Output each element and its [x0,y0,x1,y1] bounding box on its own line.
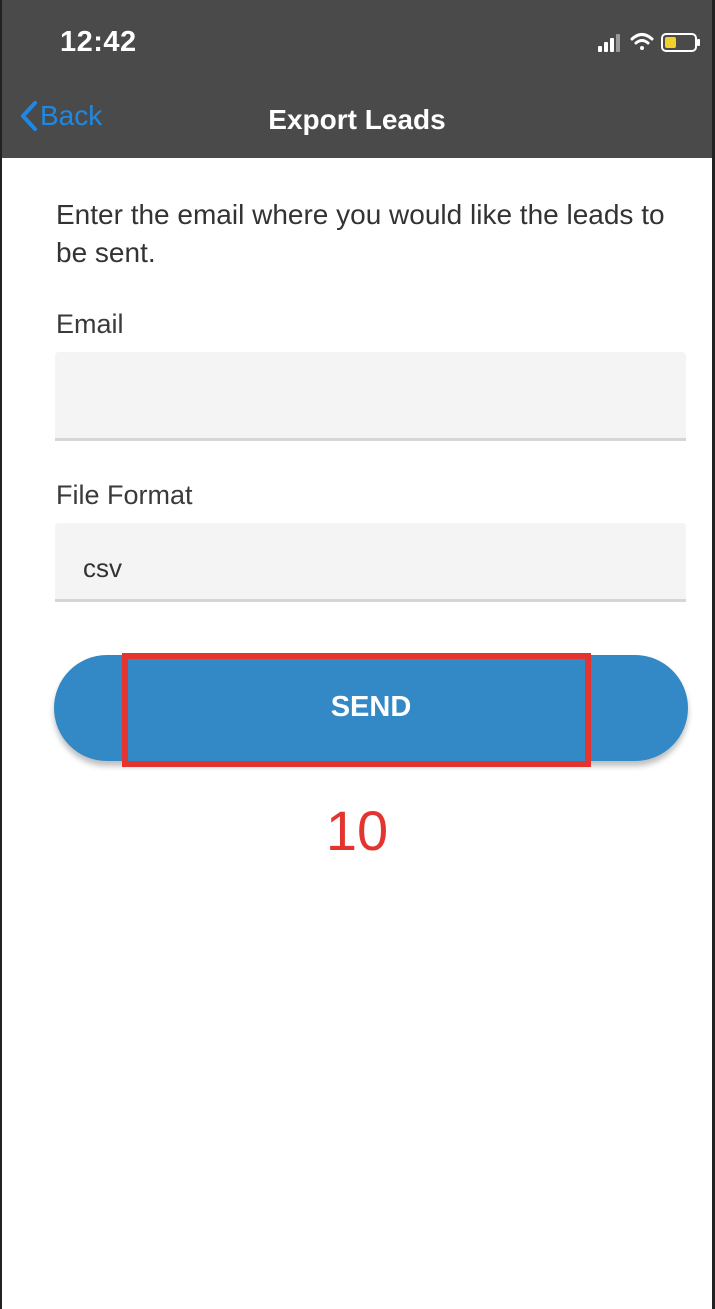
page-title: Export Leads [268,104,446,135]
intro-text: Enter the email where you would like the… [56,199,665,268]
app-screen: 12:42 Back Export Leads Enter the email … [0,0,715,1309]
email-field[interactable] [55,352,686,438]
send-button[interactable]: SEND [54,655,688,761]
step-number: 10 [325,799,389,862]
battery-icon [661,33,700,52]
file-format-label: File Format [56,480,193,510]
email-label: Email [56,309,124,339]
status-icons [598,33,700,52]
top-bar: 12:42 Back Export Leads [2,0,712,158]
status-time: 12:42 [60,26,137,58]
wifi-icon [630,33,654,50]
signal-icon [598,34,620,52]
send-button-label: SEND [330,691,412,723]
email-field-container [55,352,686,441]
file-format-select[interactable]: csv [55,523,686,602]
file-format-value: csv [83,553,122,583]
